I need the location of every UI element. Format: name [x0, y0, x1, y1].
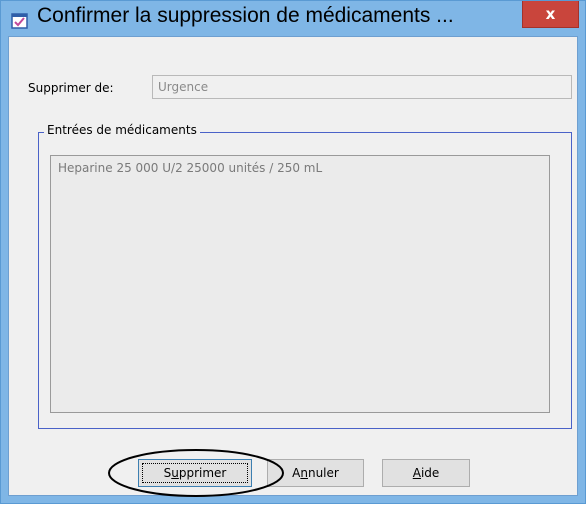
help-button-label: Aide — [412, 466, 440, 480]
help-button[interactable]: Aide — [382, 459, 470, 487]
delete-from-label: Supprimer de: — [28, 81, 114, 95]
list-item[interactable]: Heparine 25 000 U/2 25000 unités / 250 m… — [51, 156, 549, 175]
title-bar[interactable]: Confirmer la suppression de médicaments … — [1, 1, 585, 37]
close-button[interactable]: x — [522, 1, 579, 28]
medication-entries-list[interactable]: Heparine 25 000 U/2 25000 unités / 250 m… — [50, 155, 550, 413]
highlight-ellipse-annotation — [108, 449, 284, 497]
delete-from-field: Urgence — [152, 75, 572, 99]
cancel-button-label: Annuler — [292, 466, 339, 480]
checked-clipboard-icon — [11, 13, 28, 29]
window-title: Confirmer la suppression de médicaments … — [37, 4, 454, 27]
medication-entries-legend: Entrées de médicaments — [44, 123, 200, 137]
close-icon: x — [545, 5, 556, 23]
